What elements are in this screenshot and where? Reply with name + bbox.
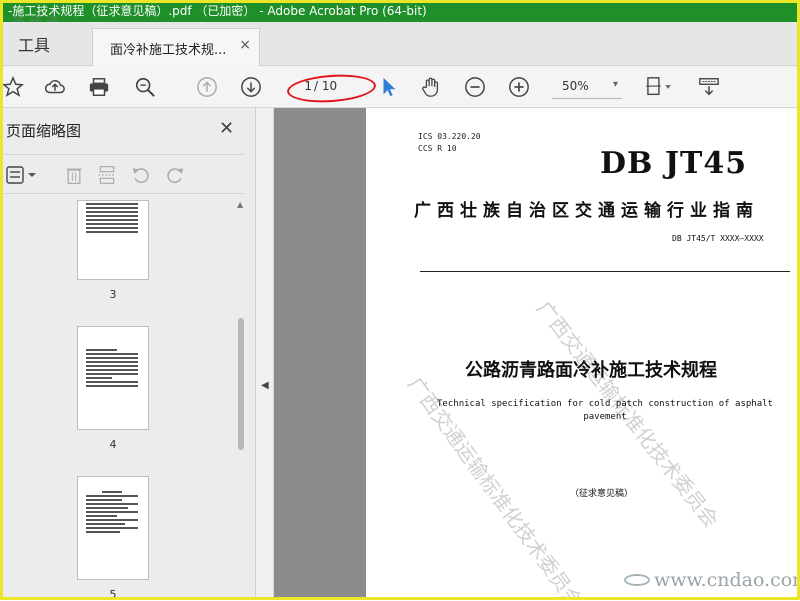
zoom-search-icon[interactable] bbox=[132, 74, 158, 100]
thumbnail-toolbar bbox=[0, 154, 245, 194]
collapse-left-icon[interactable]: ◀ bbox=[261, 380, 269, 391]
print-icon[interactable] bbox=[86, 74, 112, 100]
close-tab-button[interactable]: × bbox=[239, 37, 251, 53]
arrow-down-icon[interactable] bbox=[238, 74, 264, 100]
tab-tools[interactable]: 工具 bbox=[18, 32, 50, 56]
pdf-page: ICS 03.220.20 CCS R 10 DB JT45 广西壮族自治区交通… bbox=[366, 108, 800, 600]
site-watermark: www.cndao.com bbox=[654, 569, 800, 591]
divider bbox=[420, 271, 790, 272]
zoom-level-dropdown[interactable]: 50% ▾ bbox=[552, 76, 622, 99]
star-icon[interactable] bbox=[0, 74, 26, 100]
thumbnail-scrollbar[interactable]: ▲ bbox=[234, 200, 248, 600]
document-title: 公路沥青路面冷补施工技术规程 bbox=[465, 360, 717, 381]
thumbnail-label: 4 bbox=[109, 438, 117, 451]
cloud-upload-icon[interactable] bbox=[42, 74, 68, 100]
thumbnail-label: 3 bbox=[109, 288, 117, 301]
tab-bar: 工具 面冷补施工技术规... × bbox=[0, 22, 800, 66]
window-title: -施工技术规程（征求意见稿）.pdf （已加密） - Adobe Acrobat… bbox=[8, 4, 427, 18]
main-toolbar: / 10 50% ▾ bbox=[0, 66, 800, 108]
standard-number: DB JT45/T XXXX—XXXX bbox=[672, 234, 764, 243]
select-pointer-icon[interactable] bbox=[376, 74, 402, 100]
zoom-in-icon[interactable] bbox=[506, 74, 532, 100]
site-logo-icon bbox=[624, 574, 650, 586]
thumbnail-page-4[interactable] bbox=[77, 326, 149, 430]
zoom-value: 50% bbox=[562, 79, 589, 93]
window-title-bar: -施工技术规程（征求意见稿）.pdf （已加密） - Adobe Acrobat… bbox=[0, 0, 800, 22]
hand-icon[interactable] bbox=[418, 74, 444, 100]
insert-page-icon[interactable] bbox=[96, 164, 118, 186]
thumbnail-page-5[interactable] bbox=[77, 476, 149, 580]
organization-name: 广西壮族自治区交通运输行业指南 bbox=[414, 201, 759, 221]
ics-code: ICS 03.220.20 bbox=[418, 132, 481, 141]
standard-logo: DB JT45 bbox=[600, 146, 748, 181]
options-menu-icon[interactable] bbox=[4, 164, 40, 186]
panel-title: 页面缩略图 bbox=[6, 122, 82, 140]
arrow-up-icon[interactable] bbox=[194, 74, 220, 100]
scrollbar-thumb[interactable] bbox=[238, 318, 244, 450]
close-panel-button[interactable]: ✕ bbox=[219, 118, 234, 139]
thumbnail-label: 5 bbox=[109, 588, 117, 601]
page-thumbnails-panel: 页面缩略图 ✕ 3 4 5 ▲ bbox=[0, 108, 256, 601]
scroll-mode-icon[interactable] bbox=[696, 74, 722, 100]
zoom-out-icon[interactable] bbox=[462, 74, 488, 100]
document-view: ICS 03.220.20 CCS R 10 DB JT45 广西壮族自治区交通… bbox=[274, 108, 800, 600]
tab-document[interactable]: 面冷补施工技术规... × bbox=[92, 28, 260, 66]
chevron-down-icon: ▾ bbox=[612, 79, 618, 90]
document-title-english: Technical specification for cold patch c… bbox=[437, 399, 773, 422]
panel-collapse-strip[interactable]: ◀ bbox=[256, 108, 274, 600]
draft-label: （征求意见稿） bbox=[570, 489, 634, 499]
tab-document-label: 面冷补施工技术规... bbox=[110, 43, 227, 58]
ccs-code: CCS R 10 bbox=[418, 144, 457, 153]
fit-page-icon[interactable] bbox=[640, 74, 676, 100]
scroll-up-icon[interactable]: ▲ bbox=[237, 200, 243, 209]
rotate-left-icon[interactable] bbox=[130, 164, 152, 186]
trash-icon[interactable] bbox=[63, 164, 85, 186]
rotate-right-icon[interactable] bbox=[164, 164, 186, 186]
thumbnail-page-3[interactable] bbox=[77, 200, 149, 280]
